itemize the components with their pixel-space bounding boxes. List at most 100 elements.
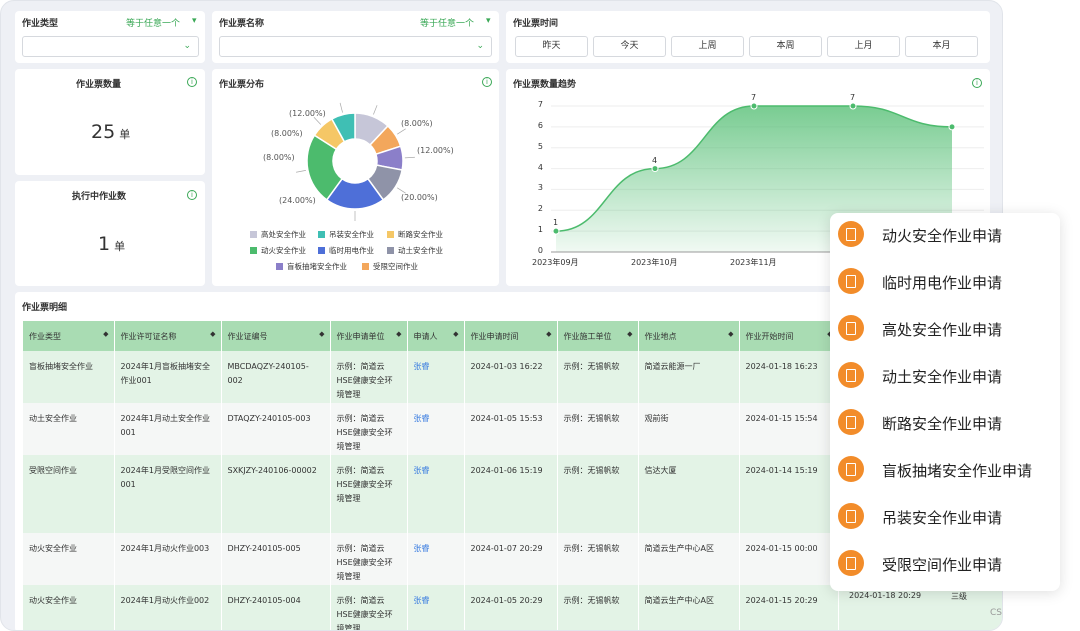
legend-item[interactable]: 受限空间作业 <box>362 261 418 272</box>
col-header[interactable]: 作业类型 ◆ <box>23 321 115 351</box>
sort-icon[interactable]: ◆ <box>210 330 215 338</box>
table-title: 作业票明细 <box>22 303 68 313</box>
y-tick-label: 2 <box>537 204 543 214</box>
menu-item-temp-power[interactable]: 临时用电作业申请 <box>830 260 1060 306</box>
sort-icon[interactable]: ◆ <box>103 330 108 338</box>
time-btn-this-week[interactable]: 本周 <box>749 36 822 57</box>
sort-icon[interactable]: ◆ <box>396 330 401 338</box>
legend-item[interactable]: 动土安全作业 <box>387 245 443 256</box>
time-btn-last-month[interactable]: 上月 <box>827 36 900 57</box>
legend-label: 受限空间作业 <box>373 262 418 271</box>
pie-label: (24.00%) <box>279 196 316 205</box>
menu-item-confined-space[interactable]: 受限空间作业申请 <box>830 542 1060 588</box>
y-tick-label: 4 <box>537 162 543 172</box>
legend-label: 动土安全作业 <box>398 246 443 255</box>
col-label: 作业开始时间 <box>745 331 794 341</box>
menu-item-excavation[interactable]: 动土安全作业申请 <box>830 354 1060 400</box>
cell: 动火安全作业 <box>23 533 115 585</box>
ticket-count-label: 作业票数量 <box>76 80 122 90</box>
filter-name-operator[interactable]: 等于任意一个 <box>420 16 474 29</box>
cell: 示例：简道云HSE健康安全环境管理 <box>330 403 408 455</box>
data-point[interactable] <box>552 227 560 235</box>
cell: 2024年1月盲板抽堵安全作业001 <box>114 351 222 403</box>
data-point[interactable] <box>651 165 659 173</box>
chevron-down-icon: ⌄ <box>476 41 484 51</box>
info-icon[interactable]: i <box>187 190 197 200</box>
legend-item[interactable]: 动火安全作业 <box>250 245 306 256</box>
applicant-link[interactable]: 张睿 <box>407 455 465 533</box>
caret-down-icon[interactable]: ▾ <box>486 16 491 26</box>
applicant-link[interactable]: 张睿 <box>407 533 465 585</box>
col-header[interactable]: 作业施工单位 ◆ <box>557 321 639 351</box>
cell: 2024年1月动土安全作业001 <box>114 403 222 455</box>
running-count-label: 执行中作业数 <box>72 192 127 202</box>
legend-item[interactable]: 盲板抽堵安全作业 <box>276 261 347 272</box>
cell: 2024-01-15 20:29 <box>739 585 839 630</box>
pie-label: (8.00%) <box>401 119 433 128</box>
info-icon[interactable]: i <box>187 77 197 87</box>
data-point[interactable] <box>948 123 956 131</box>
col-header[interactable]: 作业许可证名称 ◆ <box>114 321 222 351</box>
sort-icon[interactable]: ◆ <box>546 330 551 338</box>
sort-icon[interactable]: ◆ <box>319 330 324 338</box>
legend-label: 动火安全作业 <box>261 246 306 255</box>
x-tick-label: 2023年11月 <box>730 258 777 267</box>
cell: 2024-01-06 15:19 <box>464 455 558 533</box>
y-tick-label: 6 <box>537 120 543 130</box>
applicant-link[interactable]: 张睿 <box>407 351 465 403</box>
col-header[interactable]: 作业申请时间 ◆ <box>464 321 558 351</box>
menu-item-label: 动土安全作业申请 <box>882 368 1003 386</box>
menu-item-label: 临时用电作业申请 <box>882 274 1003 292</box>
application-menu: 动火安全作业申请 临时用电作业申请 高处安全作业申请 动土安全作业申请 断路安全… <box>830 213 1060 591</box>
time-btn-this-month[interactable]: 本月 <box>905 36 978 57</box>
count-number: 25 <box>91 121 116 143</box>
applicant-link[interactable]: 张睿 <box>407 403 465 455</box>
applicant-link[interactable]: 张睿 <box>407 585 465 630</box>
time-btn-today[interactable]: 今天 <box>593 36 666 57</box>
col-header[interactable]: 作业申请单位 ◆ <box>330 321 408 351</box>
filter-type-select[interactable]: ⌄ <box>22 36 199 57</box>
cell: MBCDAQZY-240105-002 <box>221 351 331 403</box>
filter-type-operator[interactable]: 等于任意一个 <box>126 16 180 29</box>
pie-leader-line <box>295 170 306 173</box>
menu-item-height-work[interactable]: 高处安全作业申请 <box>830 307 1060 353</box>
col-header[interactable]: 作业开始时间◆ <box>739 321 839 351</box>
sort-icon[interactable]: ◆ <box>728 330 733 338</box>
cell: 盲板抽堵安全作业 <box>23 351 115 403</box>
menu-item-hot-work[interactable]: 动火安全作业申请 <box>830 213 1060 259</box>
menu-item-label: 受限空间作业申请 <box>882 556 1003 574</box>
menu-item-road-break[interactable]: 断路安全作业申请 <box>830 401 1060 447</box>
legend-item[interactable]: 临时用电作业 <box>318 245 374 256</box>
document-icon <box>838 503 864 529</box>
cell: 示例：简道云HSE健康安全环境管理 <box>330 585 408 630</box>
menu-item-blind-plate[interactable]: 盲板抽堵安全作业申请 <box>830 448 1060 494</box>
sort-icon[interactable]: ◆ <box>453 330 458 338</box>
y-tick-label: 7 <box>537 100 543 109</box>
cell: SXKJZY-240106-00002 <box>221 455 331 533</box>
menu-item-label: 盲板抽堵安全作业申请 <box>882 462 1033 480</box>
running-number: 1 <box>98 233 111 255</box>
y-tick-label: 5 <box>537 141 543 151</box>
sort-icon[interactable]: ◆ <box>627 330 632 338</box>
document-icon <box>838 315 864 341</box>
legend-item[interactable]: 吊装安全作业 <box>318 229 374 240</box>
cell: 示例：无锡帆软 <box>557 585 639 630</box>
col-header[interactable]: 申请人 ◆ <box>407 321 465 351</box>
col-header[interactable]: 作业证编号 ◆ <box>221 321 331 351</box>
menu-item-lifting[interactable]: 吊装安全作业申请 <box>830 495 1060 541</box>
time-btn-last-week[interactable]: 上周 <box>671 36 744 57</box>
cell: 受限空间作业 <box>23 455 115 533</box>
cell: 示例：无锡帆软 <box>557 351 639 403</box>
data-point[interactable] <box>750 102 758 110</box>
pie-leader-line <box>339 102 343 113</box>
caret-down-icon[interactable]: ▾ <box>192 16 197 26</box>
legend-item[interactable]: 高处安全作业 <box>250 229 306 240</box>
legend-item[interactable]: 断路安全作业 <box>387 229 443 240</box>
col-label: 作业证编号 <box>227 331 268 341</box>
cell: 2024-01-05 20:29 <box>464 585 558 630</box>
col-label: 作业申请时间 <box>470 331 519 341</box>
filter-name-select[interactable]: ⌄ <box>219 36 492 57</box>
time-btn-yesterday[interactable]: 昨天 <box>515 36 588 57</box>
col-header[interactable]: 作业地点 ◆ <box>638 321 740 351</box>
data-point[interactable] <box>849 102 857 110</box>
